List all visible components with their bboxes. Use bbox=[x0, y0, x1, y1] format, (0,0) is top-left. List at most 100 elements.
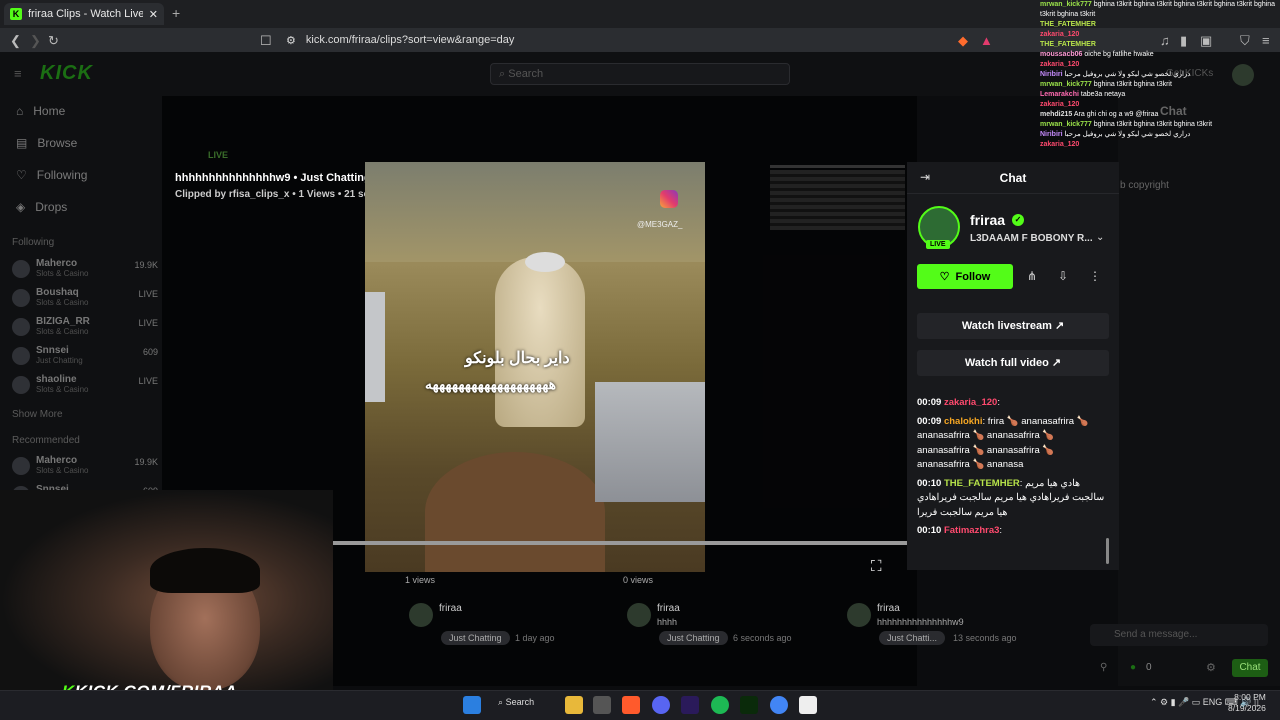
spotify-icon[interactable] bbox=[711, 696, 729, 714]
clip-category-tag: Just Chatting bbox=[659, 631, 728, 645]
kicks-balance: 0 bbox=[1146, 662, 1152, 673]
nav-following[interactable]: ♡ Following bbox=[16, 168, 87, 182]
nav-browse[interactable]: ▤ Browse bbox=[16, 136, 77, 150]
instagram-icon bbox=[660, 190, 678, 208]
forward-icon[interactable]: ❯ bbox=[30, 33, 41, 49]
overlay-chat-text: دراري لخصو شي ليكو ولا شي بروفيل مرحبا bbox=[1064, 71, 1191, 78]
related-clip-card[interactable]: 1 views friraa Just Chatting 1 day ago bbox=[405, 575, 585, 675]
overlay-chat-message: zakaria_120 bbox=[1040, 100, 1280, 110]
chat-scrollbar[interactable] bbox=[1106, 538, 1109, 564]
overlay-chat-message: mrwan_kick777 bghina t3krit bghina t3kri… bbox=[1040, 0, 1280, 20]
app-icon[interactable] bbox=[593, 696, 611, 714]
more-options-icon[interactable]: ⋮ bbox=[1082, 264, 1108, 289]
video-beehive-left bbox=[365, 292, 385, 402]
overlay-chat-user: Niribiri bbox=[1040, 71, 1063, 78]
following-channel[interactable]: shaoline Slots & Casino LIVE bbox=[12, 374, 162, 396]
video-caption-line-1: داير بحال بلونكو bbox=[465, 350, 570, 367]
windows-start-icon[interactable] bbox=[463, 696, 481, 714]
overlay-chat-user: THE_FATEMHER bbox=[1040, 41, 1096, 48]
taskbar-clock[interactable]: 8:00 PM 8/19/2026 bbox=[1228, 692, 1266, 714]
windows-taskbar bbox=[0, 690, 1280, 720]
language-indicator: ENG bbox=[1202, 697, 1223, 707]
message-user[interactable]: Fatimazhra3 bbox=[944, 525, 999, 536]
recommended-channel[interactable]: Maherco Slots & Casino 19.9K bbox=[12, 455, 162, 477]
collapse-chat-icon[interactable]: ⇥ bbox=[920, 170, 930, 184]
overlay-chat-message: zakaria_120 bbox=[1040, 140, 1280, 150]
follow-button[interactable]: ♡ Follow bbox=[917, 264, 1013, 289]
watch-livestream-button[interactable]: Watch livestream ↗ bbox=[917, 313, 1109, 339]
message-time: 00:09 bbox=[917, 397, 942, 408]
channel-name[interactable]: friraa bbox=[970, 212, 1005, 228]
overlay-chat-user: zakaria_120 bbox=[1040, 101, 1080, 108]
following-channel[interactable]: Boushaq Slots & Casino LIVE bbox=[12, 287, 162, 309]
related-clip-card[interactable]: 0 views friraa hhhh Just Chatting 6 seconds … bbox=[623, 575, 803, 675]
overlay-chat-user: zakaria_120 bbox=[1040, 141, 1080, 148]
channel-category: Slots & Casino bbox=[36, 466, 89, 475]
drops-icon: ◈ bbox=[16, 200, 26, 214]
bookmark-icon[interactable]: ☐ bbox=[260, 33, 272, 49]
browse-icon: ▤ bbox=[16, 136, 28, 150]
following-channel[interactable]: Maherco Slots & Casino 19.9K bbox=[12, 258, 162, 280]
share-icon[interactable]: ⋔ bbox=[1019, 264, 1045, 289]
overlay-chat-text: Ara ghi chi og a w9 @friraa bbox=[1073, 111, 1159, 118]
kick-logo[interactable]: KICK bbox=[40, 62, 93, 85]
show-more-link[interactable]: Show More bbox=[12, 409, 63, 420]
discord-icon[interactable] bbox=[652, 696, 670, 714]
video-progress-bar[interactable] bbox=[333, 541, 908, 545]
message-user[interactable]: zakaria_120 bbox=[944, 397, 997, 408]
message-user[interactable]: chalokhi bbox=[944, 416, 983, 427]
clock-time: 8:00 PM bbox=[1234, 692, 1266, 702]
channel-category: Just Chatting bbox=[36, 356, 83, 365]
download-icon[interactable]: ⇩ bbox=[1050, 264, 1076, 289]
channel-name: Boushaq bbox=[36, 287, 79, 298]
chevron-down-icon[interactable]: ⌄ bbox=[1096, 232, 1104, 243]
url-field[interactable]: ⚙ kick.com/friraa/clips?sort=view&range=… bbox=[278, 30, 950, 50]
fullscreen-icon[interactable]: ⛶ bbox=[871, 558, 882, 575]
message-time: 00:10 bbox=[917, 525, 942, 536]
overlay-chat-user: Niribiri bbox=[1040, 131, 1063, 138]
search-input[interactable]: ⌕ Search bbox=[490, 63, 790, 85]
taskbar-search-label: Search bbox=[505, 697, 535, 707]
overlay-chat-user: zakaria_120 bbox=[1040, 31, 1080, 38]
kick-points-icon[interactable]: ⚲ bbox=[1100, 662, 1107, 673]
channel-name: Maherco bbox=[36, 455, 78, 466]
reload-icon[interactable]: ↻ bbox=[48, 33, 59, 49]
channel-category: Slots & Casino bbox=[36, 327, 89, 336]
kick-app-icon[interactable] bbox=[740, 696, 758, 714]
rewards-icon[interactable]: ▲ bbox=[980, 33, 993, 48]
mini-chat-preview bbox=[770, 165, 905, 260]
overlay-chat-text: oiche bg fatlihe hwake bbox=[1084, 51, 1154, 58]
watch-full-video-button[interactable]: Watch full video ↗ bbox=[917, 350, 1109, 376]
overlay-chat-user: Lemarakchi bbox=[1040, 91, 1079, 98]
overlay-chat-message: zakaria_120 bbox=[1040, 60, 1280, 70]
following-channel[interactable]: BIZIGA_RR Slots & Casino LIVE bbox=[12, 316, 162, 338]
new-tab-button[interactable]: + bbox=[172, 5, 180, 21]
viewer-count: 609 bbox=[142, 347, 158, 357]
send-message-input[interactable]: Send a message... bbox=[1090, 624, 1268, 646]
taskbar-search[interactable]: ⌕ Search bbox=[498, 697, 534, 708]
site-info-icon[interactable]: ⚙ bbox=[286, 34, 296, 47]
nav-home[interactable]: ⌂ Home bbox=[16, 104, 65, 118]
brave-browser-icon[interactable] bbox=[622, 696, 640, 714]
video-beekeeper-hat bbox=[525, 252, 565, 272]
close-tab-icon[interactable]: ✕ bbox=[149, 8, 158, 21]
chrome-icon[interactable] bbox=[770, 696, 788, 714]
overlay-chat-message: moussacb06 oiche bg fatlihe hwake bbox=[1040, 50, 1280, 60]
brave-shield-icon[interactable]: ◆ bbox=[958, 33, 968, 49]
premiere-icon[interactable] bbox=[681, 696, 699, 714]
related-clip-card[interactable]: friraa hhhhhhhhhhhhhhhw9 Just Chatti... 13 … bbox=[843, 575, 1023, 675]
message-user[interactable]: THE_FATEMHER bbox=[944, 478, 1020, 489]
clip-chat-log: 00:09 zakaria_120: 00:09 chalokhi: frira… bbox=[917, 396, 1107, 570]
home-icon: ⌂ bbox=[16, 104, 24, 118]
browser-tab[interactable]: K friraa Clips - Watch Live on Ki ✕ bbox=[4, 3, 164, 25]
following-section-title: Following bbox=[12, 237, 55, 248]
following-channel[interactable]: Snnsei Just Chatting 609 bbox=[12, 345, 162, 367]
notepad-icon[interactable] bbox=[799, 696, 817, 714]
hamburger-icon[interactable]: ≡ bbox=[14, 66, 22, 81]
chat-send-button[interactable]: Chat bbox=[1232, 659, 1268, 677]
viewer-count: 19.9K bbox=[134, 260, 158, 270]
nav-drops[interactable]: ◈ Drops bbox=[16, 200, 67, 214]
back-icon[interactable]: ❮ bbox=[10, 33, 21, 49]
file-explorer-icon[interactable] bbox=[565, 696, 583, 714]
chat-settings-icon[interactable]: ⚙ bbox=[1206, 661, 1216, 674]
